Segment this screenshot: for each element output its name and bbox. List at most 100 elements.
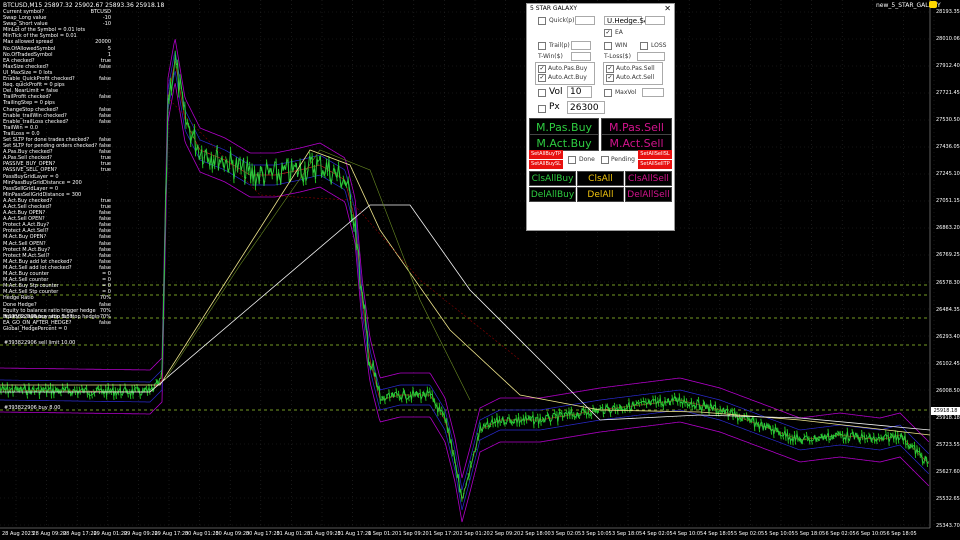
vol-checkbox[interactable]	[538, 89, 546, 97]
band-lower	[0, 83, 930, 523]
px-checkbox[interactable]	[538, 105, 546, 113]
time-tick: 30 Aug 17:20	[246, 531, 280, 537]
m-act-buy-button[interactable]: M.Act.Buy	[529, 134, 599, 151]
chart-grid	[0, 0, 935, 529]
cls-all-button[interactable]: ClsAll	[577, 171, 624, 186]
ma-dark-red	[169, 99, 521, 361]
tloss-input[interactable]	[637, 52, 665, 61]
auto-act-buy-label: Auto.Act.Buy	[548, 74, 587, 81]
set-all-sell-sl-button[interactable]: SetAllSellSL	[638, 150, 672, 159]
time-tick: 1 Sep 01:20	[368, 531, 399, 537]
set-all-buy-sl-button[interactable]: SetAllBuySL	[529, 160, 563, 169]
auto-pas-buy-checkbox[interactable]: ✓	[538, 65, 546, 73]
m-pas-buy-button[interactable]: M.Pas.Buy	[529, 118, 599, 135]
band-inner-upper	[0, 51, 930, 491]
auto-pas-sell-label: Auto.Pas.Sell	[616, 65, 655, 72]
ma-white	[0, 204, 931, 431]
cls-all-buy-button[interactable]: ClsAllBuy	[529, 171, 576, 186]
price-chart[interactable]	[0, 0, 960, 540]
price-tick: 26578.30	[936, 279, 960, 286]
order-label-buy: #393822906 buy 8.00	[4, 405, 61, 411]
del-all-buy-button[interactable]: DelAllBuy	[529, 187, 576, 202]
set-all-buy-tp-button[interactable]: SetAllBuyTP	[529, 150, 563, 159]
time-tick: 31 Aug 17:20	[337, 531, 372, 537]
m-pas-sell-button[interactable]: M.Pas.Sell	[601, 118, 672, 135]
time-tick: 1 Sep 17:20	[429, 531, 460, 537]
px-input[interactable]: 26300	[567, 101, 605, 114]
del-all-button[interactable]: DelAll	[577, 187, 624, 202]
time-tick: 1 Sep 09:20	[398, 531, 429, 537]
order-label-sell-limit: #393822906 sell limit 10.00	[4, 340, 76, 346]
status-readout: Current symbol? BTCUSD Swap_Long value -10 S…	[3, 9, 111, 332]
time-tick: 4 Sep 10:05	[673, 531, 704, 537]
ea-checkbox[interactable]: ✓	[604, 29, 612, 37]
vol-label: Vol	[549, 87, 563, 97]
vol-input[interactable]: 10	[567, 86, 592, 98]
hedge-select[interactable]: U.Hedge.S▾	[604, 16, 646, 25]
price-tick: 26484.35	[936, 306, 960, 313]
time-tick: 2 Sep 09:20	[490, 531, 521, 537]
px-label: Px	[549, 102, 560, 112]
twin-label: T-Win($)	[538, 53, 563, 60]
auto-act-sell-label: Auto.Act.Sell	[616, 74, 655, 81]
hedge-input[interactable]	[645, 16, 665, 25]
win-label: WIN	[615, 42, 628, 49]
moving-averages	[0, 99, 931, 436]
time-tick: 5 Sep 02:05	[734, 531, 765, 537]
loss-checkbox[interactable]	[640, 42, 648, 50]
maxvol-checkbox[interactable]	[604, 89, 612, 97]
time-tick: 29 Aug 09:20	[124, 531, 158, 537]
trail-checkbox[interactable]	[538, 42, 546, 50]
time-tick: 3 Sep 10:05	[581, 531, 612, 537]
done-checkbox[interactable]	[568, 156, 576, 164]
done-label: Done	[579, 156, 595, 163]
current-price-tag: 25918.18	[931, 407, 960, 415]
ea-label: EA	[615, 29, 623, 36]
price-tick: 26293.40	[936, 333, 960, 340]
price-line	[0, 50, 930, 502]
trail-label: Trail(p)	[549, 42, 570, 49]
loss-label: LOSS	[651, 42, 667, 49]
time-tick: 5 Sep 10:05	[764, 531, 795, 537]
price-tick: 25343.70	[936, 523, 960, 529]
price-tick: 27530.50	[936, 117, 960, 124]
trail-input[interactable]	[571, 41, 591, 50]
auto-pas-sell-checkbox[interactable]: ✓	[606, 65, 614, 73]
smiley-icon[interactable]	[929, 1, 937, 8]
time-tick: 6 Sep 18:05	[886, 531, 917, 537]
maxvol-input[interactable]	[642, 88, 664, 97]
band-upper	[0, 39, 930, 479]
time-tick: 2 Sep 01:20	[459, 531, 490, 537]
set-all-sell-tp-button[interactable]: SetAllSellTP	[638, 160, 672, 169]
quick-checkbox[interactable]	[538, 17, 546, 25]
auto-act-sell-checkbox[interactable]: ✓	[606, 74, 614, 82]
panel-title: 5 STAR GALAXY	[530, 5, 578, 12]
del-all-sell-button[interactable]: DelAllSell	[625, 187, 672, 202]
time-tick: 30 Aug 09:20	[215, 531, 250, 537]
pending-checkbox[interactable]	[601, 156, 609, 164]
price-tick: 28193.35	[936, 9, 960, 15]
time-tick: 28 Aug 2023	[2, 531, 35, 537]
quick-label: Quick(p)	[549, 17, 575, 24]
auto-pas-buy-label: Auto.Pas.Buy	[548, 65, 588, 72]
price-tick: 26102.45	[936, 360, 960, 367]
price-tick: 26769.25	[936, 252, 960, 259]
price-path	[0, 54, 930, 499]
tloss-label: T-Loss($)	[604, 53, 631, 60]
pending-label: Pending	[611, 156, 635, 163]
close-icon[interactable]: ✕	[664, 4, 671, 13]
time-tick: 29 Aug 17:20	[154, 531, 189, 537]
price-tick: 27051.15	[936, 198, 960, 205]
time-tick: 5 Sep 18:05	[795, 531, 826, 537]
m-act-sell-button[interactable]: M.Act.Sell	[601, 134, 672, 151]
win-checkbox[interactable]	[604, 42, 612, 50]
twin-input[interactable]	[571, 52, 591, 61]
quick-input[interactable]	[575, 16, 595, 25]
time-tick: 31 Aug 01:20	[276, 531, 311, 537]
auto-act-buy-checkbox[interactable]: ✓	[538, 74, 546, 82]
price-tick: 27721.45	[936, 90, 960, 97]
time-tick: 6 Sep 02:05	[825, 531, 856, 537]
status-line: Global_HedgePercent = 0	[3, 326, 111, 332]
cls-all-sell-button[interactable]: ClsAllSell	[625, 171, 672, 186]
price-tick: 26863.20	[936, 225, 960, 232]
